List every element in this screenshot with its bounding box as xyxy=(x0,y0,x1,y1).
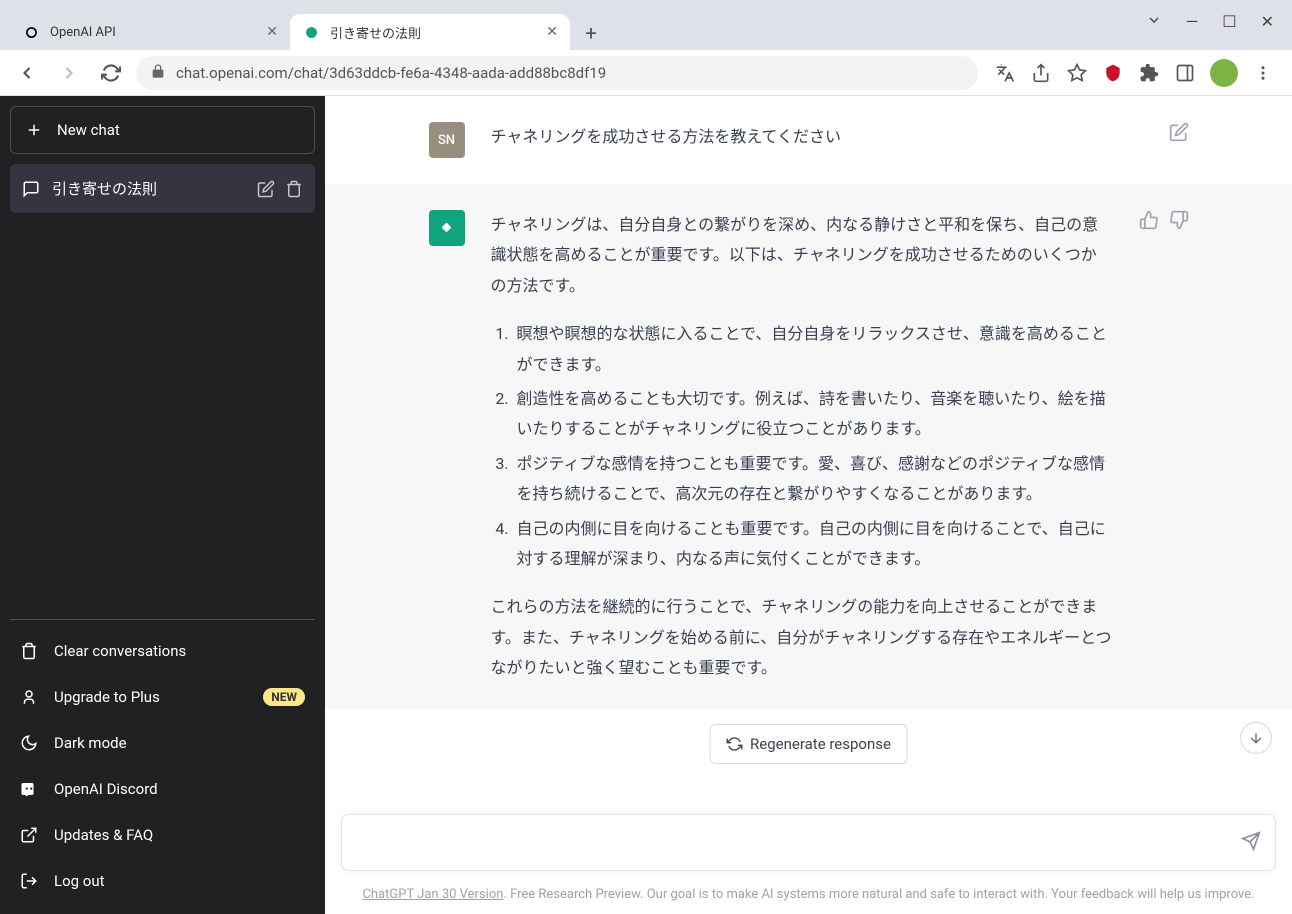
new-tab-button[interactable]: + xyxy=(576,18,606,48)
external-link-icon xyxy=(20,826,38,844)
tab-close-icon[interactable]: ✕ xyxy=(546,24,558,40)
link-label: Updates & FAQ xyxy=(54,826,153,844)
forward-button[interactable] xyxy=(52,56,86,90)
browser-tab[interactable]: OpenAI API ✕ xyxy=(10,14,290,50)
message-input-box[interactable] xyxy=(341,814,1276,871)
back-button[interactable] xyxy=(10,56,44,90)
main-content: SN チャネリングを成功させる方法を教えてください チャネリングは、自分自身との… xyxy=(325,96,1292,914)
chat-icon xyxy=(22,180,40,198)
footer-text: ChatGPT Jan 30 Version. Free Research Pr… xyxy=(325,887,1292,914)
chevron-down-icon[interactable] xyxy=(1146,12,1162,32)
assistant-intro: チャネリングは、自分自身との繋がりを深め、内なる静けさと平和を保ち、自己の意識状… xyxy=(491,210,1113,301)
translate-icon[interactable] xyxy=(994,62,1016,84)
footer-disclaimer: . Free Research Preview. Our goal is to … xyxy=(503,887,1254,902)
moon-icon xyxy=(20,734,38,752)
arrow-down-icon xyxy=(1248,730,1264,746)
link-label: Dark mode xyxy=(54,734,127,752)
minimize-icon[interactable]: — xyxy=(1186,12,1199,32)
user-message: SN チャネリングを成功させる方法を教えてください xyxy=(325,96,1292,184)
message-input[interactable] xyxy=(358,831,1225,850)
trash-icon[interactable] xyxy=(285,180,303,198)
edit-icon[interactable] xyxy=(257,180,275,198)
user-avatar: SN xyxy=(429,122,465,158)
refresh-icon xyxy=(726,736,742,752)
conversation-title: 引き寄せの法則 xyxy=(52,178,157,199)
chatgpt-favicon xyxy=(302,23,320,41)
bookmark-icon[interactable] xyxy=(1066,62,1088,84)
sidebar: New chat 引き寄せの法則 Clear conversations Upg… xyxy=(0,96,325,914)
browser-nav-bar: chat.openai.com/chat/3d63ddcb-fe6a-4348-… xyxy=(0,50,1292,96)
user-message-text: チャネリングを成功させる方法を教えてください xyxy=(491,122,1143,158)
assistant-message-content: チャネリングは、自分自身との繋がりを深め、内なる静けさと平和を保ち、自己の意識状… xyxy=(491,210,1113,683)
input-area xyxy=(325,814,1292,887)
regenerate-label: Regenerate response xyxy=(750,735,891,753)
lock-icon xyxy=(150,63,166,83)
assistant-outro: これらの方法を継続的に行うことで、チャネリングの能力を向上させることができます。… xyxy=(491,592,1113,683)
maximize-icon[interactable]: ☐ xyxy=(1222,12,1236,32)
list-item: 自己の内側に目を向けることも重要です。自己の内側に目を向けることで、自己に対する… xyxy=(513,514,1113,575)
extensions-icon[interactable] xyxy=(1138,62,1160,84)
conversation-item[interactable]: 引き寄せの法則 xyxy=(10,164,315,213)
link-label: Log out xyxy=(54,872,105,890)
close-icon[interactable]: ✕ xyxy=(1261,12,1274,32)
dark-mode-link[interactable]: Dark mode xyxy=(10,720,315,766)
tab-close-icon[interactable]: ✕ xyxy=(266,24,278,40)
browser-tab-bar: OpenAI API ✕ 引き寄せの法則 ✕ + xyxy=(0,0,1292,50)
logout-link[interactable]: Log out xyxy=(10,858,315,904)
url-text: chat.openai.com/chat/3d63ddcb-fe6a-4348-… xyxy=(176,64,606,82)
window-controls: — ☐ ✕ xyxy=(1128,0,1292,44)
thumbs-down-icon[interactable] xyxy=(1169,210,1189,683)
assistant-list: 瞑想や瞑想的な状態に入ることで、自分自身をリラックスさせ、意識を高めることができ… xyxy=(491,319,1113,574)
link-label: Upgrade to Plus xyxy=(54,688,160,706)
assistant-message: チャネリングは、自分自身との繋がりを深め、内なる静けさと平和を保ち、自己の意識状… xyxy=(325,184,1292,709)
list-item: 創造性を高めることも大切です。例えば、詩を書いたり、音楽を聴いたり、絵を描いたり… xyxy=(513,384,1113,445)
plus-icon xyxy=(25,121,43,139)
profile-avatar[interactable] xyxy=(1210,59,1238,87)
reload-button[interactable] xyxy=(94,56,128,90)
logout-icon xyxy=(20,872,38,890)
tab-title: OpenAI API xyxy=(50,25,116,40)
list-item: 瞑想や瞑想的な状態に入ることで、自分自身をリラックスさせ、意識を高めることができ… xyxy=(513,319,1113,380)
edit-message-icon[interactable] xyxy=(1169,122,1189,158)
link-label: OpenAI Discord xyxy=(54,780,158,798)
upgrade-link[interactable]: Upgrade to Plus NEW xyxy=(10,674,315,720)
user-icon xyxy=(20,688,38,706)
address-bar[interactable]: chat.openai.com/chat/3d63ddcb-fe6a-4348-… xyxy=(136,56,978,90)
discord-icon xyxy=(20,780,38,798)
link-label: Clear conversations xyxy=(54,642,186,660)
clear-conversations-link[interactable]: Clear conversations xyxy=(10,628,315,674)
version-link[interactable]: ChatGPT Jan 30 Version xyxy=(362,887,503,902)
app-container: New chat 引き寄せの法則 Clear conversations Upg… xyxy=(0,96,1292,914)
list-item: ポジティブな感情を持つことも重要です。愛、喜び、感謝などのポジティブな感情を持ち… xyxy=(513,449,1113,510)
browser-toolbar xyxy=(986,59,1282,87)
new-badge: NEW xyxy=(263,688,305,706)
new-chat-label: New chat xyxy=(57,121,120,139)
tab-title: 引き寄せの法則 xyxy=(330,23,421,42)
menu-icon[interactable] xyxy=(1252,62,1274,84)
mcafee-icon[interactable] xyxy=(1102,62,1124,84)
faq-link[interactable]: Updates & FAQ xyxy=(10,812,315,858)
discord-link[interactable]: OpenAI Discord xyxy=(10,766,315,812)
assistant-avatar xyxy=(429,210,465,246)
new-chat-button[interactable]: New chat xyxy=(10,106,315,154)
openai-favicon xyxy=(22,23,40,41)
trash-icon xyxy=(20,642,38,660)
thumbs-up-icon[interactable] xyxy=(1139,210,1159,683)
share-icon[interactable] xyxy=(1030,62,1052,84)
scroll-down-button[interactable] xyxy=(1240,722,1272,754)
chat-area: SN チャネリングを成功させる方法を教えてください チャネリングは、自分自身との… xyxy=(325,96,1292,814)
regenerate-button[interactable]: Regenerate response xyxy=(709,724,908,764)
send-button[interactable] xyxy=(1241,831,1261,855)
browser-tab-active[interactable]: 引き寄せの法則 ✕ xyxy=(290,14,570,50)
sidepanel-icon[interactable] xyxy=(1174,62,1196,84)
